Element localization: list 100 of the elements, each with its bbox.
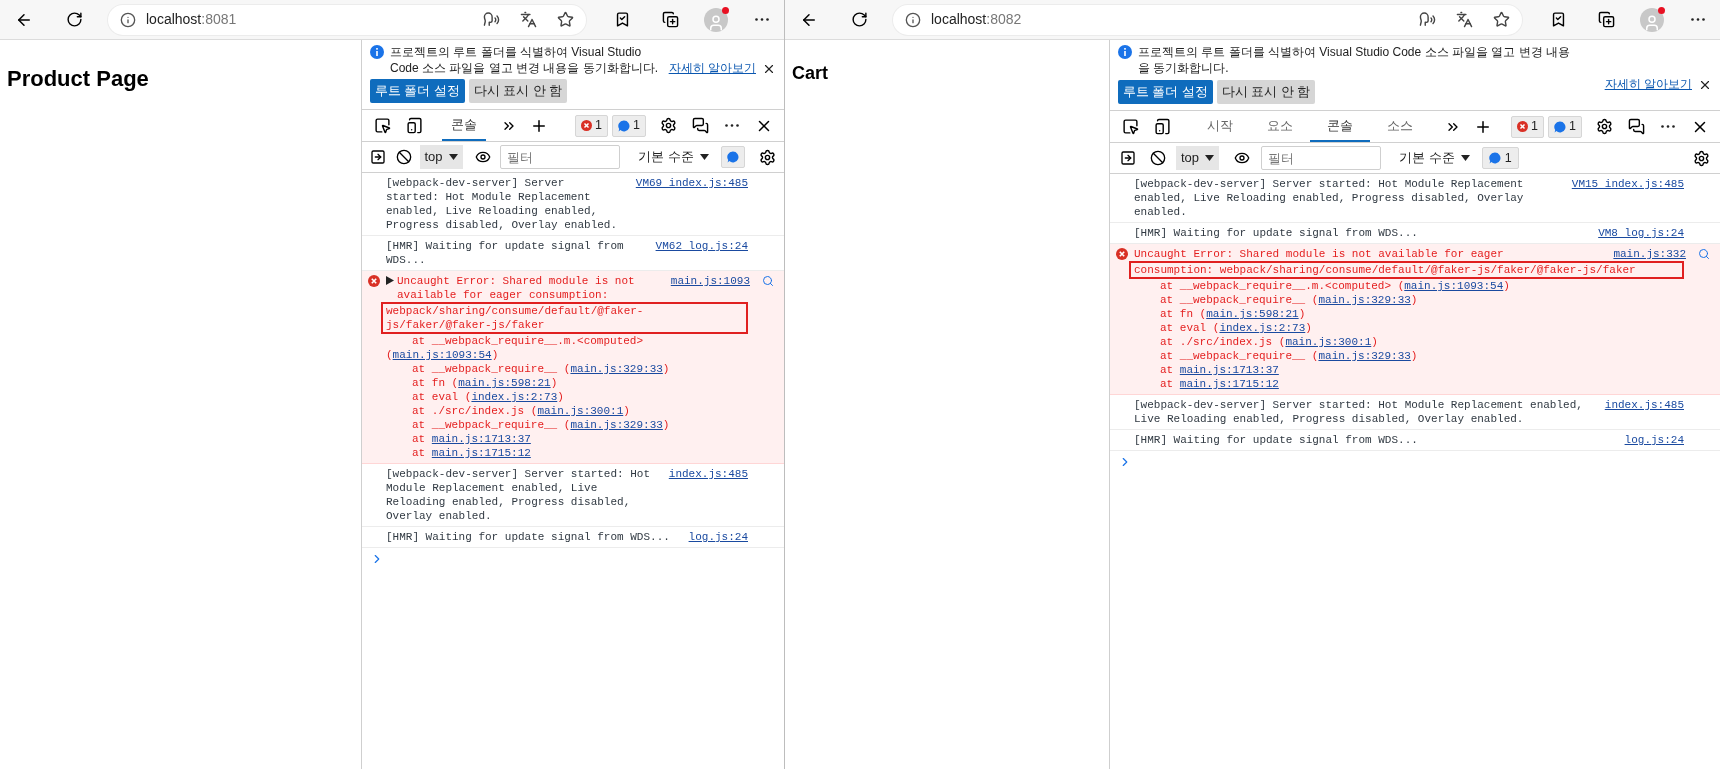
source-link[interactable]: main.js:1713:37 bbox=[1179, 364, 1279, 376]
source-link[interactable]: main.js:1093:54 bbox=[392, 349, 492, 361]
secondary-button[interactable]: 다시 표시 안 함 bbox=[468, 79, 568, 103]
stack-frame: at main.js:1713:37 bbox=[1134, 363, 1684, 377]
stack-frame: at __webpack_require__.m.<computed> (main.js:1093:54) bbox=[386, 334, 748, 362]
message-count-badge[interactable]: 1 bbox=[1548, 115, 1582, 138]
source-link[interactable]: log.js:24 bbox=[688, 530, 748, 544]
read-aloud-icon[interactable] bbox=[483, 11, 500, 28]
source-link[interactable]: main.js:332 bbox=[1613, 247, 1686, 261]
close-button[interactable] bbox=[1698, 78, 1712, 92]
source-link[interactable]: log.js:24 bbox=[1624, 433, 1684, 447]
source-link[interactable]: main.js:1093:54 bbox=[1404, 280, 1504, 292]
copy-plus-icon bbox=[661, 11, 679, 28]
expand-triangle-icon[interactable] bbox=[386, 276, 394, 285]
stack-frame: at eval (index.js:2:73) bbox=[386, 390, 748, 404]
error-count-badge[interactable]: 1 bbox=[1511, 115, 1545, 138]
message-icon bbox=[1488, 152, 1501, 164]
source-link[interactable]: VM69 index.js:485 bbox=[635, 176, 748, 190]
source-link[interactable]: VM15 index.js:485 bbox=[1571, 177, 1684, 191]
issues-badge[interactable] bbox=[720, 146, 745, 168]
error-message: Uncaught Error: Shared module is not available for eager bbox=[1134, 247, 1505, 261]
stack-frame: at eval (index.js:2:73) bbox=[1134, 321, 1684, 335]
read-aloud-icon[interactable] bbox=[1419, 11, 1436, 28]
source-link[interactable]: main.js:300:1 bbox=[1285, 336, 1372, 348]
context-dropdown[interactable]: top bbox=[1176, 146, 1220, 170]
source-link[interactable]: main.js:300:1 bbox=[537, 405, 624, 417]
source-link[interactable]: main.js:329:33 bbox=[570, 419, 663, 431]
message-icon bbox=[726, 151, 739, 163]
source-link[interactable]: main.js:598:21 bbox=[1206, 308, 1299, 320]
page-heading: Cart bbox=[792, 62, 829, 85]
source-link[interactable]: index.js:485 bbox=[1604, 398, 1684, 412]
source-link[interactable]: index.js:485 bbox=[668, 467, 748, 481]
caret-icon bbox=[1460, 155, 1470, 161]
address-bar[interactable]: localhost:8082 bbox=[893, 4, 1522, 35]
source-link[interactable]: VM8 log.js:24 bbox=[1598, 226, 1684, 240]
stack-frame: at __webpack_require__.m.<computed> (main.js:1093:54) bbox=[1134, 279, 1684, 293]
level-dropdown[interactable]: 기본 수준 bbox=[631, 145, 715, 169]
star-icon[interactable] bbox=[1493, 11, 1510, 28]
source-link[interactable]: main.js:598:21 bbox=[458, 377, 551, 389]
profile-avatar[interactable] bbox=[1640, 7, 1664, 32]
more-icon bbox=[725, 124, 739, 127]
source-link[interactable]: main.js:329:33 bbox=[1318, 350, 1411, 362]
source-link[interactable]: main.js:329:33 bbox=[570, 363, 663, 375]
source-link[interactable]: index.js:2:73 bbox=[471, 391, 558, 403]
stack-frame: at fn (main.js:598:21) bbox=[1134, 307, 1684, 321]
banner-message: 프로젝트의 루트 폴더를 식별하여 Visual Studio Code 소스 파일을 열고 변경 내용을 동기화합니다. bbox=[390, 44, 660, 76]
person-icon bbox=[707, 13, 725, 32]
profile-avatar[interactable] bbox=[704, 7, 728, 32]
search-icon bbox=[762, 275, 774, 287]
eye-icon bbox=[475, 149, 492, 165]
source-link[interactable]: main.js:1713:37 bbox=[431, 433, 531, 445]
sidebar-icon bbox=[369, 149, 386, 165]
page-heading: Product Page bbox=[7, 65, 150, 93]
address-bar[interactable]: localhost:8081 bbox=[108, 4, 586, 35]
more-icon bbox=[1691, 18, 1705, 21]
error-icon bbox=[1517, 121, 1529, 132]
source-link[interactable]: main.js:329:33 bbox=[1318, 294, 1411, 306]
log-message: [HMR] Waiting for update signal from WDS... bbox=[386, 530, 671, 544]
message-count-badge[interactable]: 1 bbox=[612, 114, 646, 137]
issues-badge[interactable]: 1 bbox=[1481, 147, 1519, 169]
devtools-tab[interactable]: 시작 bbox=[1190, 111, 1250, 142]
banner-message: 프로젝트의 루트 폴더를 식별하여 Visual Studio Code 소스 파일을 열고 변경 내용을 동기화합니다. bbox=[1138, 44, 1571, 76]
error-count-badge[interactable]: 1 bbox=[575, 114, 609, 137]
filter-field[interactable]: 필터 bbox=[499, 145, 620, 169]
source-link[interactable]: index.js:2:73 bbox=[1219, 322, 1306, 334]
more-icon bbox=[755, 18, 769, 21]
source-link[interactable]: main.js:1715:12 bbox=[1179, 378, 1279, 390]
source-link[interactable]: main.js:1715:12 bbox=[431, 447, 531, 459]
log-message: [webpack-dev-server] Server started: Hot Module Replacement enabled, Live Reloading enabled, Progress disabled, Overlay enabled. bbox=[386, 467, 652, 523]
source-link[interactable]: main.js:1093 bbox=[670, 274, 750, 288]
settings-icon bbox=[659, 117, 677, 134]
inspect-icon bbox=[373, 117, 391, 134]
settings-icon bbox=[758, 148, 776, 166]
primary-button[interactable]: 루트 폴더 설정 bbox=[370, 79, 465, 103]
devtools-tab[interactable]: 요소 bbox=[1250, 111, 1310, 142]
learn-more-link[interactable]: 자세히 알아보기 bbox=[668, 60, 756, 76]
context-dropdown[interactable]: top bbox=[419, 145, 463, 169]
primary-button[interactable]: 루트 폴더 설정 bbox=[1118, 80, 1213, 104]
info-icon[interactable] bbox=[120, 11, 136, 28]
error-icon bbox=[368, 275, 380, 287]
message-icon bbox=[618, 119, 631, 132]
refresh-icon bbox=[850, 11, 868, 28]
star-icon[interactable] bbox=[557, 11, 574, 28]
chat-bubbles-icon bbox=[1627, 118, 1645, 135]
copy-plus-icon bbox=[1597, 11, 1615, 28]
filter-field[interactable]: 필터 bbox=[1261, 146, 1382, 170]
level-dropdown[interactable]: 기본 수준 bbox=[1393, 146, 1476, 170]
translate-icon[interactable] bbox=[520, 11, 537, 28]
stack-frame: at main.js:1715:12 bbox=[386, 446, 748, 460]
translate-icon[interactable] bbox=[1456, 11, 1473, 28]
device-icon bbox=[1153, 118, 1171, 135]
device-icon bbox=[405, 117, 423, 134]
devtools-tab[interactable]: 소스 bbox=[1370, 111, 1430, 142]
info-icon[interactable] bbox=[905, 11, 921, 28]
source-link[interactable]: VM62 log.js:24 bbox=[655, 239, 748, 253]
learn-more-link[interactable]: 자세히 알아보기 bbox=[1604, 76, 1692, 92]
person-icon bbox=[1643, 13, 1661, 32]
close-button[interactable] bbox=[762, 62, 776, 76]
error-message: Uncaught Error: Shared module is not available for eager consumption: bbox=[397, 274, 636, 302]
secondary-button[interactable]: 다시 표시 안 함 bbox=[1216, 80, 1316, 104]
